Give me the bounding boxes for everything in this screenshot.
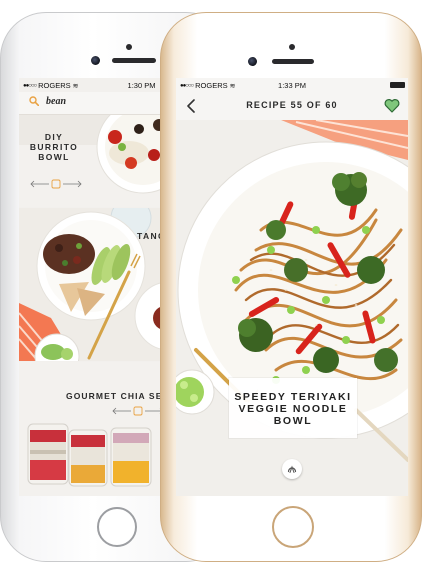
- earpiece-speaker: [112, 58, 156, 63]
- front-screen: ●●○○○ ROGERS ≋ 1:33 PM RECIPE 55 OF 60 S…: [176, 78, 408, 496]
- noodle-bowl-photo: [176, 120, 408, 496]
- carrier-label: ROGERS: [38, 81, 71, 90]
- recipe-title-card: SPEEDY TERIYAKI VEGGIE NOODLE BOWL: [229, 378, 357, 438]
- status-bar-2: ●●○○○ ROGERS ≋ 1:33 PM: [176, 78, 408, 92]
- search-input[interactable]: bean: [46, 96, 66, 107]
- swipe-arrows-icon: [30, 179, 82, 189]
- recipe-title-line-2: VEGGIE NOODLE: [238, 403, 348, 415]
- front-camera-2: [248, 57, 257, 66]
- proximity-sensor-2: [289, 44, 295, 50]
- recipe-counter: RECIPE 55 OF 60: [246, 100, 338, 110]
- share-icon: [287, 465, 297, 473]
- recipe-title-line-3: BOWL: [273, 415, 313, 427]
- tile-title-burrito: DIY BURRITO BOWL: [29, 132, 79, 162]
- home-button[interactable]: [97, 507, 137, 547]
- front-camera: [91, 56, 100, 65]
- search-icon[interactable]: [29, 96, 39, 106]
- home-button-2[interactable]: [272, 506, 314, 548]
- proximity-sensor: [126, 44, 132, 50]
- share-button[interactable]: [282, 459, 302, 479]
- status-time-2: 1:33 PM: [278, 81, 306, 90]
- recipe-title-line-1: SPEEDY TERIYAKI: [234, 391, 352, 403]
- swipe-arrows-icon-2: [112, 406, 164, 416]
- nav-bar: RECIPE 55 OF 60: [176, 92, 408, 120]
- battery-icon: [390, 82, 405, 88]
- earpiece-speaker-2: [272, 59, 314, 64]
- heart-icon[interactable]: [384, 98, 400, 113]
- signal-icon: ●●○○○: [23, 82, 37, 89]
